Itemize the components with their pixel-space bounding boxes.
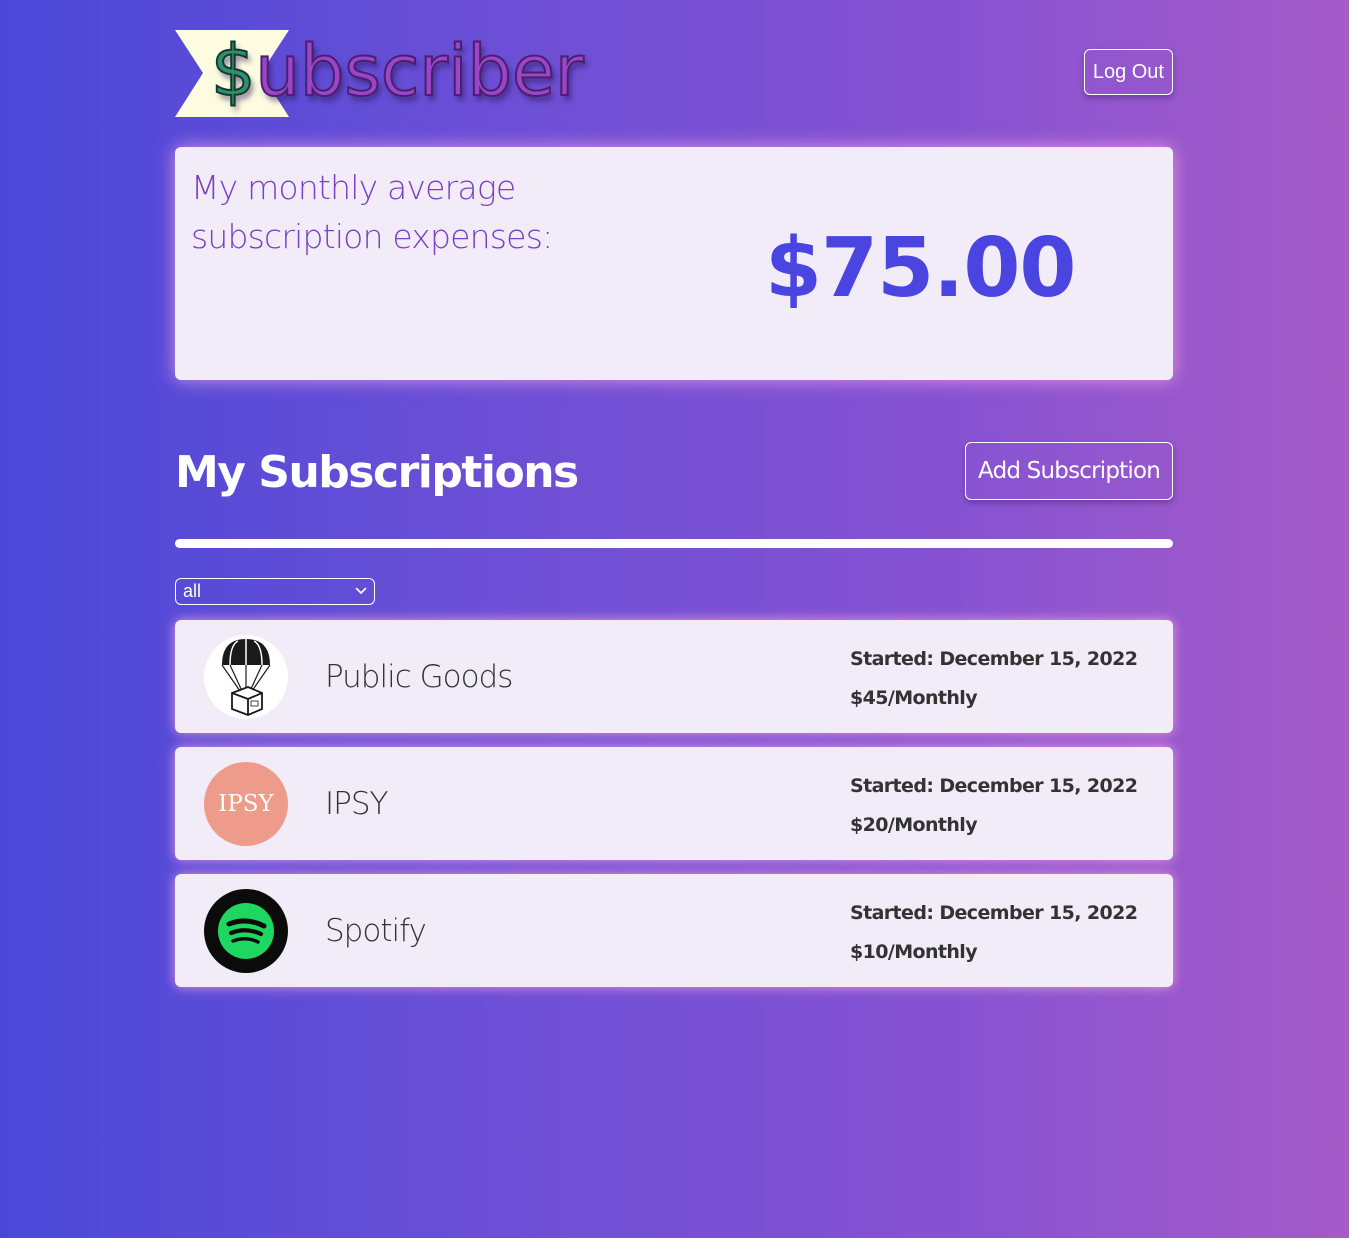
average-expenses-amount: $75.00 xyxy=(765,221,1076,316)
filter-select[interactable]: all xyxy=(175,578,375,605)
subscription-name: IPSY xyxy=(325,786,388,822)
subscription-start-date: Started: December 15, 2022 xyxy=(850,902,1138,924)
public-goods-logo xyxy=(204,635,288,719)
subscription-details: Started: December 15, 2022 $10/Monthly xyxy=(850,894,1138,972)
spotify-icon xyxy=(218,903,274,959)
average-expenses-card: My monthly average subscription expenses… xyxy=(175,147,1173,380)
subscriptions-title: My Subscriptions xyxy=(175,447,579,498)
app-container: $ubscriber Log Out My monthly average su… xyxy=(175,0,1173,987)
header: $ubscriber Log Out xyxy=(175,0,1173,140)
logo-text: $ubscriber xyxy=(210,26,585,116)
subscription-details: Started: December 15, 2022 $45/Monthly xyxy=(850,640,1138,718)
parachute-box-icon xyxy=(221,639,271,716)
ipsy-logo-icon: IPSY xyxy=(204,762,288,846)
subscription-price: $45/Monthly xyxy=(850,687,978,709)
subscription-start-date: Started: December 15, 2022 xyxy=(850,648,1138,670)
filter-select-value: all xyxy=(183,581,202,601)
subscription-card[interactable]: IPSY IPSY Started: December 15, 2022 $20… xyxy=(175,747,1173,860)
subscription-card[interactable]: Public Goods Started: December 15, 2022 … xyxy=(175,620,1173,733)
logout-button[interactable]: Log Out xyxy=(1083,49,1173,95)
subscription-details: Started: December 15, 2022 $20/Monthly xyxy=(850,767,1138,845)
subscription-name: Public Goods xyxy=(325,659,513,695)
chevron-down-icon xyxy=(355,587,367,594)
add-subscription-button[interactable]: Add Subscription xyxy=(965,442,1173,500)
subscription-name: Spotify xyxy=(325,913,427,949)
subscription-list: Public Goods Started: December 15, 2022 … xyxy=(175,620,1173,1001)
subscription-price: $20/Monthly xyxy=(850,814,978,836)
logo-dollar: $ xyxy=(210,29,257,113)
logo-wordmark: ubscriber xyxy=(255,29,585,113)
spotify-logo xyxy=(204,889,288,973)
average-expenses-label: My monthly average subscription expenses… xyxy=(191,168,553,256)
subscriber-logo[interactable]: $ubscriber xyxy=(175,29,585,120)
section-divider xyxy=(175,539,1173,548)
subscription-price: $10/Monthly xyxy=(850,941,978,963)
ipsy-logo-text: IPSY xyxy=(218,791,274,817)
subscriptions-header: My Subscriptions Add Subscription xyxy=(175,440,1173,502)
subscription-card[interactable]: Spotify Started: December 15, 2022 $10/M… xyxy=(175,874,1173,987)
subscription-start-date: Started: December 15, 2022 xyxy=(850,775,1138,797)
